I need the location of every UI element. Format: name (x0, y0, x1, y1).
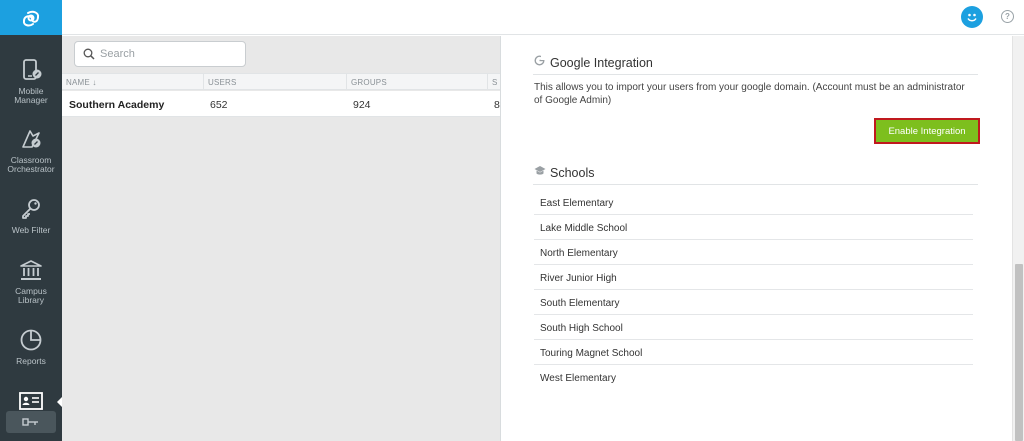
nav-label: Campus Library (15, 286, 47, 305)
key-icon (22, 199, 40, 219)
help-icon[interactable]: ? (1001, 10, 1014, 23)
school-list-item[interactable]: East Elementary (534, 190, 973, 215)
nav-label: Reports (16, 356, 46, 366)
school-list-item[interactable]: North Elementary (534, 240, 973, 265)
logout-key-icon (22, 418, 38, 426)
nav-label: Mobile Manager (14, 86, 48, 105)
id-card-icon (19, 392, 43, 410)
column-header-users[interactable]: USERS (208, 78, 237, 87)
pie-chart-icon (20, 329, 42, 351)
user-avatar[interactable] (961, 6, 983, 28)
vertical-scrollbar[interactable] (1012, 36, 1024, 441)
nav-web-filter[interactable]: Web Filter (0, 197, 62, 235)
collapse-sidebar-button[interactable] (6, 411, 56, 433)
graduation-cap-icon (534, 166, 546, 175)
school-list: East Elementary Lake Middle School North… (534, 190, 973, 390)
google-integration-description: This allows you to import your users fro… (534, 82, 965, 106)
scrollbar-thumb[interactable] (1015, 264, 1023, 441)
school-list-item[interactable]: Touring Magnet School (534, 340, 973, 365)
nav-campus-library[interactable]: Campus Library (0, 258, 62, 305)
smiley-avatar-icon (967, 13, 977, 22)
column-divider (487, 74, 488, 90)
column-divider (203, 74, 204, 90)
school-list-item[interactable]: West Elementary (534, 365, 973, 390)
schools-title: Schools (550, 166, 595, 180)
school-list-item[interactable]: Lake Middle School (534, 215, 973, 240)
brand-logo[interactable] (0, 0, 62, 35)
nav-label: Web Filter (11, 225, 51, 235)
google-icon (534, 55, 545, 66)
nav-reports[interactable]: Reports (0, 328, 62, 366)
table-header: NAME ↓ USERS GROUPS S (62, 73, 500, 90)
column-divider (346, 74, 347, 90)
school-list-item[interactable]: River Junior High (534, 265, 973, 290)
top-bar (62, 0, 1024, 35)
search-icon (83, 48, 95, 60)
school-list-item[interactable]: South Elementary (534, 290, 973, 315)
row-extra: 8 (494, 99, 500, 111)
nav-label: Classroom Orchestrator (7, 155, 55, 174)
sidebar: Mobile Manager Classroom Orchestrator We… (0, 0, 63, 441)
table-row[interactable]: Southern Academy 652 924 8 (62, 91, 500, 117)
nav-classroom-orchestrator[interactable]: Classroom Orchestrator (0, 127, 62, 174)
google-integration-title: Google Integration (550, 56, 653, 70)
row-users: 652 (210, 99, 228, 111)
section-divider (533, 74, 978, 75)
column-header-extra[interactable]: S (492, 78, 498, 87)
organization-list-pane: NAME ↓ USERS GROUPS S Southern Academy 6… (62, 36, 500, 441)
library-icon (20, 260, 42, 280)
search-input[interactable] (100, 48, 240, 60)
search-box[interactable] (74, 41, 246, 67)
row-groups: 924 (353, 99, 371, 111)
row-name: Southern Academy (69, 99, 165, 111)
mobile-manager-icon (23, 59, 42, 80)
column-header-name[interactable]: NAME ↓ (66, 78, 97, 87)
nav-mobile-manager[interactable]: Mobile Manager (0, 58, 62, 105)
brand-logo-icon (22, 10, 40, 26)
enable-integration-button[interactable]: Enable Integration (874, 118, 980, 144)
column-header-groups[interactable]: GROUPS (351, 78, 387, 87)
classroom-orchestrator-icon (22, 130, 41, 148)
school-list-item[interactable]: South High School (534, 315, 973, 340)
section-divider (533, 184, 978, 185)
